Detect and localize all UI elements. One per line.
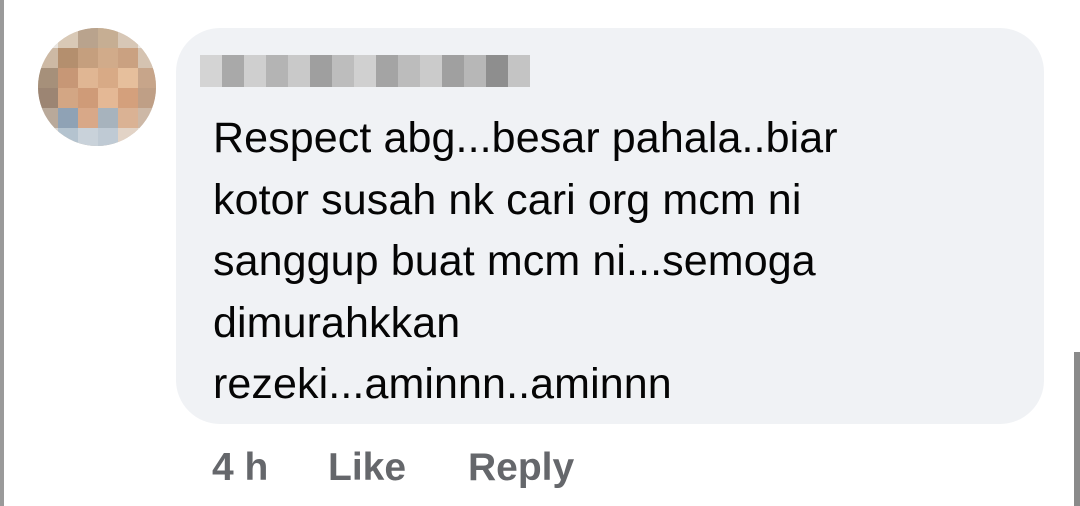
- scrollbar[interactable]: [1074, 352, 1080, 506]
- comment-text-line: rezeki...aminnn..aminnn: [213, 360, 672, 408]
- comment-text-line: sanggup buat mcm ni...semoga: [213, 237, 816, 285]
- comment-text-line: Respect abg...besar pahala..biar: [213, 114, 838, 162]
- author-name-blurred[interactable]: [200, 55, 540, 91]
- reply-button[interactable]: Reply: [468, 446, 574, 490]
- timestamp-link[interactable]: 4 h: [212, 446, 268, 490]
- comment-text: Respect abg...besar pahala..biar kotor s…: [213, 108, 1013, 416]
- like-button[interactable]: Like: [328, 446, 406, 490]
- comment-text-line: dimurahkkan: [213, 298, 461, 347]
- comment-screenshot: Respect abg...besar pahala..biar kotor s…: [0, 0, 1080, 506]
- avatar[interactable]: [38, 28, 156, 146]
- left-border: [0, 0, 4, 506]
- comment-text-line: kotor susah nk cari org mcm ni: [213, 175, 802, 224]
